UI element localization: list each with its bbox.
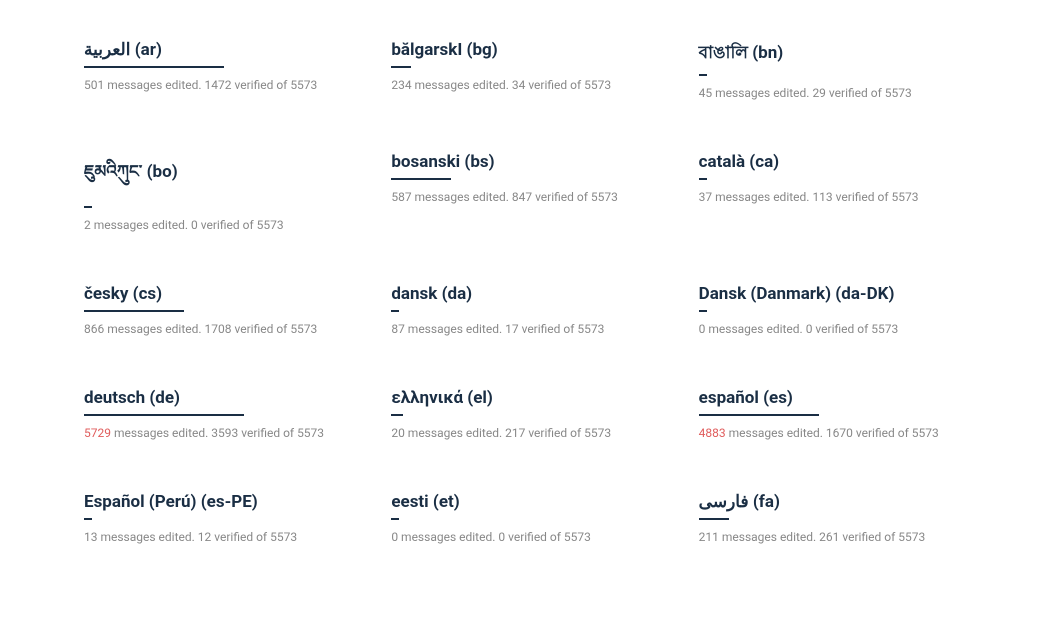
lang-stats: 37 messages edited. 113 verified of 5573: [699, 188, 958, 206]
lang-underline: [84, 206, 92, 208]
lang-title: বাঙালি (bn): [699, 40, 958, 68]
lang-stats: 5729 messages edited. 3593 verified of 5…: [84, 424, 343, 442]
lang-title: Dansk (Danmark) (da-DK): [699, 284, 958, 304]
lang-item[interactable]: فارسی (fa) 211 messages edited. 261 verif…: [675, 472, 982, 576]
lang-item[interactable]: español (es) 4883 messages edited. 1670 v…: [675, 368, 982, 472]
lang-item[interactable]: ཇུམའིཀུང་ (bo) 2 messages edited. 0 verif…: [60, 132, 367, 264]
lang-item[interactable]: česky (cs) 866 messages edited. 1708 veri…: [60, 264, 367, 368]
lang-underline: [699, 414, 819, 416]
lang-underline: [391, 414, 403, 416]
lang-item[interactable]: العربية (ar) 501 messages edited. 1472 ve…: [60, 20, 367, 132]
lang-underline: [391, 310, 399, 312]
lang-title: bosanski (bs): [391, 152, 650, 172]
lang-stats: 587 messages edited. 847 verified of 557…: [391, 188, 650, 206]
lang-stats: 0 messages edited. 0 verified of 5573: [699, 320, 958, 338]
lang-stats: 234 messages edited. 34 verified of 5573: [391, 76, 650, 94]
lang-title: ཇུམའིཀུང་ (bo): [84, 152, 343, 200]
lang-stats: 13 messages edited. 12 verified of 5573: [84, 528, 343, 546]
lang-underline: [699, 178, 707, 180]
lang-stats: 20 messages edited. 217 verified of 5573: [391, 424, 650, 442]
lang-item[interactable]: ελληνικά (el) 20 messages edited. 217 ver…: [367, 368, 674, 472]
lang-underline: [84, 518, 92, 520]
lang-stats: 2 messages edited. 0 verified of 5573: [84, 216, 343, 234]
lang-title: español (es): [699, 388, 958, 408]
lang-title: ελληνικά (el): [391, 388, 650, 408]
lang-underline: [699, 310, 707, 312]
lang-stats: 501 messages edited. 1472 verified of 55…: [84, 76, 343, 94]
lang-item[interactable]: deutsch (de) 5729 messages edited. 3593 v…: [60, 368, 367, 472]
lang-title: Español (Perú) (es-PE): [84, 492, 343, 512]
lang-title: فارسی (fa): [699, 492, 958, 512]
lang-stats: 866 messages edited. 1708 verified of 55…: [84, 320, 343, 338]
lang-underline: [84, 66, 224, 68]
lang-underline: [391, 178, 451, 180]
lang-item[interactable]: català (ca) 37 messages edited. 113 verif…: [675, 132, 982, 264]
lang-underline: [391, 518, 399, 520]
lang-underline: [84, 310, 184, 312]
lang-underline: [84, 414, 244, 416]
lang-stats: 87 messages edited. 17 verified of 5573: [391, 320, 650, 338]
lang-stats: 0 messages edited. 0 verified of 5573: [391, 528, 650, 546]
lang-item[interactable]: dansk (da) 87 messages edited. 17 verifie…: [367, 264, 674, 368]
lang-title: deutsch (de): [84, 388, 343, 408]
lang-title: català (ca): [699, 152, 958, 172]
lang-item[interactable]: eesti (et) 0 messages edited. 0 verified …: [367, 472, 674, 576]
lang-underline: [699, 74, 707, 76]
lang-item[interactable]: Español (Perú) (es-PE) 13 messages edited…: [60, 472, 367, 576]
lang-title: eesti (et): [391, 492, 650, 512]
lang-item[interactable]: bosanski (bs) 587 messages edited. 847 ve…: [367, 132, 674, 264]
lang-stats: 4883 messages edited. 1670 verified of 5…: [699, 424, 958, 442]
lang-item[interactable]: Dansk (Danmark) (da-DK) 0 messages edited…: [675, 264, 982, 368]
lang-stats: 45 messages edited. 29 verified of 5573: [699, 84, 958, 102]
lang-title: bălgarskI (bg): [391, 40, 650, 60]
lang-item[interactable]: বাঙালি (bn) 45 messages edited. 29 verifi…: [675, 20, 982, 132]
lang-underline: [699, 518, 729, 520]
language-grid: العربية (ar) 501 messages edited. 1472 ve…: [60, 20, 982, 576]
lang-title: dansk (da): [391, 284, 650, 304]
lang-underline: [391, 66, 411, 68]
lang-title: العربية (ar): [84, 40, 343, 60]
lang-item[interactable]: bălgarskI (bg) 234 messages edited. 34 ve…: [367, 20, 674, 132]
lang-stats: 211 messages edited. 261 verified of 557…: [699, 528, 958, 546]
lang-title: česky (cs): [84, 284, 343, 304]
